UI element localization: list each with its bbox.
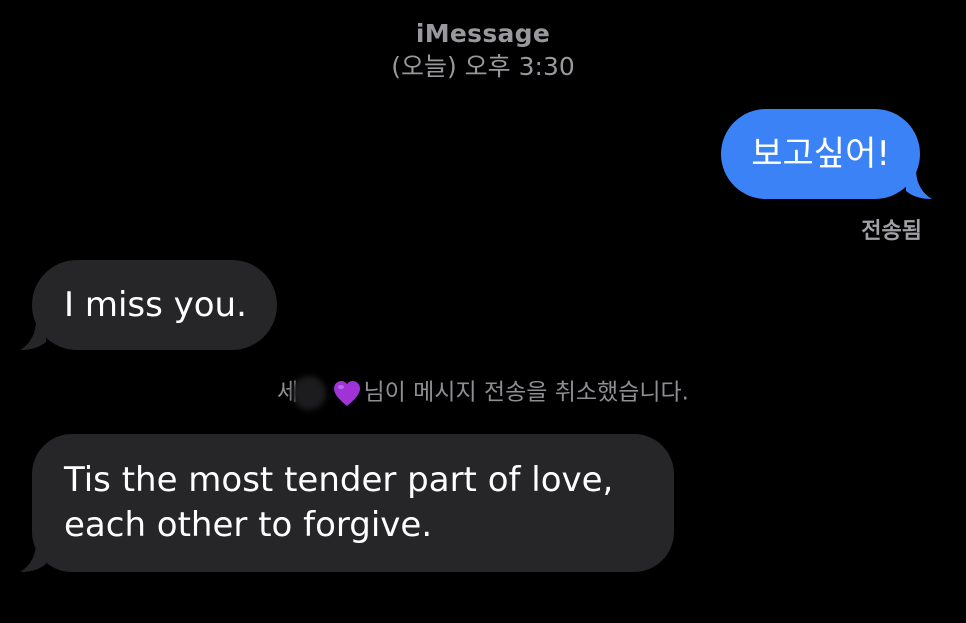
incoming-message-bubble[interactable]: Tis the most tender part of love, each o… — [20, 434, 674, 572]
sender-name: 세 — [277, 376, 327, 410]
service-label: iMessage — [415, 19, 551, 48]
bubble-tail — [20, 542, 46, 572]
incoming-message-bubble[interactable]: I miss you. — [20, 260, 277, 350]
bubble-tail — [906, 169, 932, 199]
unsend-notice: 세 님이 메시지 전송을 취소했습니다. — [0, 376, 966, 410]
outgoing-message-bubble[interactable]: 보고싶어! — [721, 109, 932, 199]
bubble-tail — [20, 320, 46, 350]
unsend-notice-text: 님이 메시지 전송을 취소했습니다. — [363, 379, 689, 406]
delivery-status: 전송됨 — [861, 219, 922, 244]
redacted-name-blur — [292, 376, 327, 410]
message-line: each other to forgive. — [64, 505, 433, 545]
purple-heart-icon — [333, 381, 360, 406]
conversation-header: iMessage (오늘) 오후 3:30 — [0, 18, 966, 84]
message-line: Tis the most tender part of love, — [64, 460, 614, 500]
message-text: 보고싶어! — [751, 134, 890, 174]
conversation-timestamp: (오늘) 오후 3:30 — [391, 52, 575, 81]
message-text: Tis the most tender part of love, each o… — [64, 458, 644, 548]
message-text: I miss you. — [64, 285, 247, 325]
